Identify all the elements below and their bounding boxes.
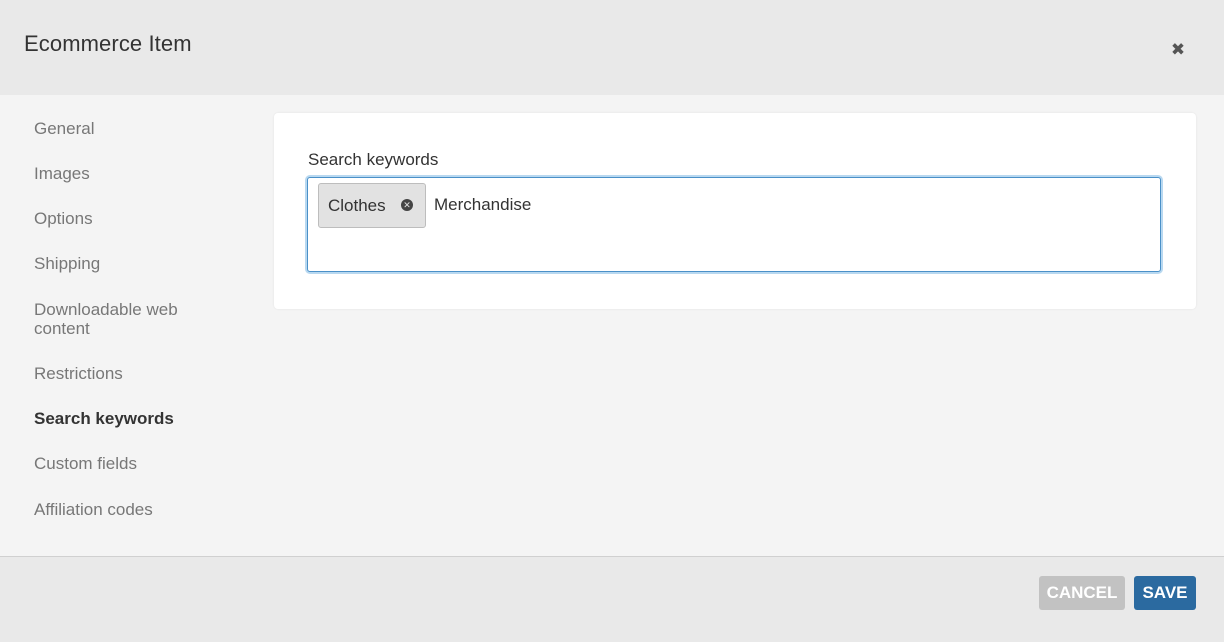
search-keywords-panel: Search keywords Clothes ✕ Merchandise (274, 113, 1196, 309)
dialog-header: Ecommerce Item ✖ (0, 0, 1224, 95)
sidebar-item-custom-fields[interactable]: Custom fields (34, 454, 224, 473)
keyword-tag-label: Clothes (328, 196, 386, 215)
sidebar-item-shipping[interactable]: Shipping (34, 254, 224, 273)
search-keywords-input[interactable]: Clothes ✕ Merchandise (307, 177, 1161, 272)
search-keywords-typed-text[interactable]: Merchandise (434, 195, 531, 215)
search-keywords-label: Search keywords (308, 150, 439, 169)
sidebar-item-general[interactable]: General (34, 119, 224, 138)
x-circle-icon[interactable]: ✕ (401, 199, 413, 211)
sidebar-item-images[interactable]: Images (34, 164, 224, 183)
sidebar-item-restrictions[interactable]: Restrictions (34, 364, 224, 383)
save-button[interactable]: SAVE (1134, 576, 1196, 610)
keyword-tag: Clothes ✕ (318, 183, 426, 228)
sidebar-item-options[interactable]: Options (34, 209, 224, 228)
cancel-button[interactable]: CANCEL (1039, 576, 1125, 610)
dialog-title: Ecommerce Item (24, 31, 192, 56)
sidebar-item-search-keywords[interactable]: Search keywords (34, 409, 224, 428)
dialog-footer: CANCEL SAVE (0, 556, 1224, 642)
sidebar-item-affiliation-codes[interactable]: Affiliation codes (34, 500, 224, 519)
close-icon[interactable]: ✖ (1166, 38, 1190, 62)
ecommerce-item-dialog: Ecommerce Item ✖ General Images Options … (0, 0, 1224, 642)
sidebar-item-downloadable-web-content[interactable]: Downloadable web content (34, 300, 204, 338)
